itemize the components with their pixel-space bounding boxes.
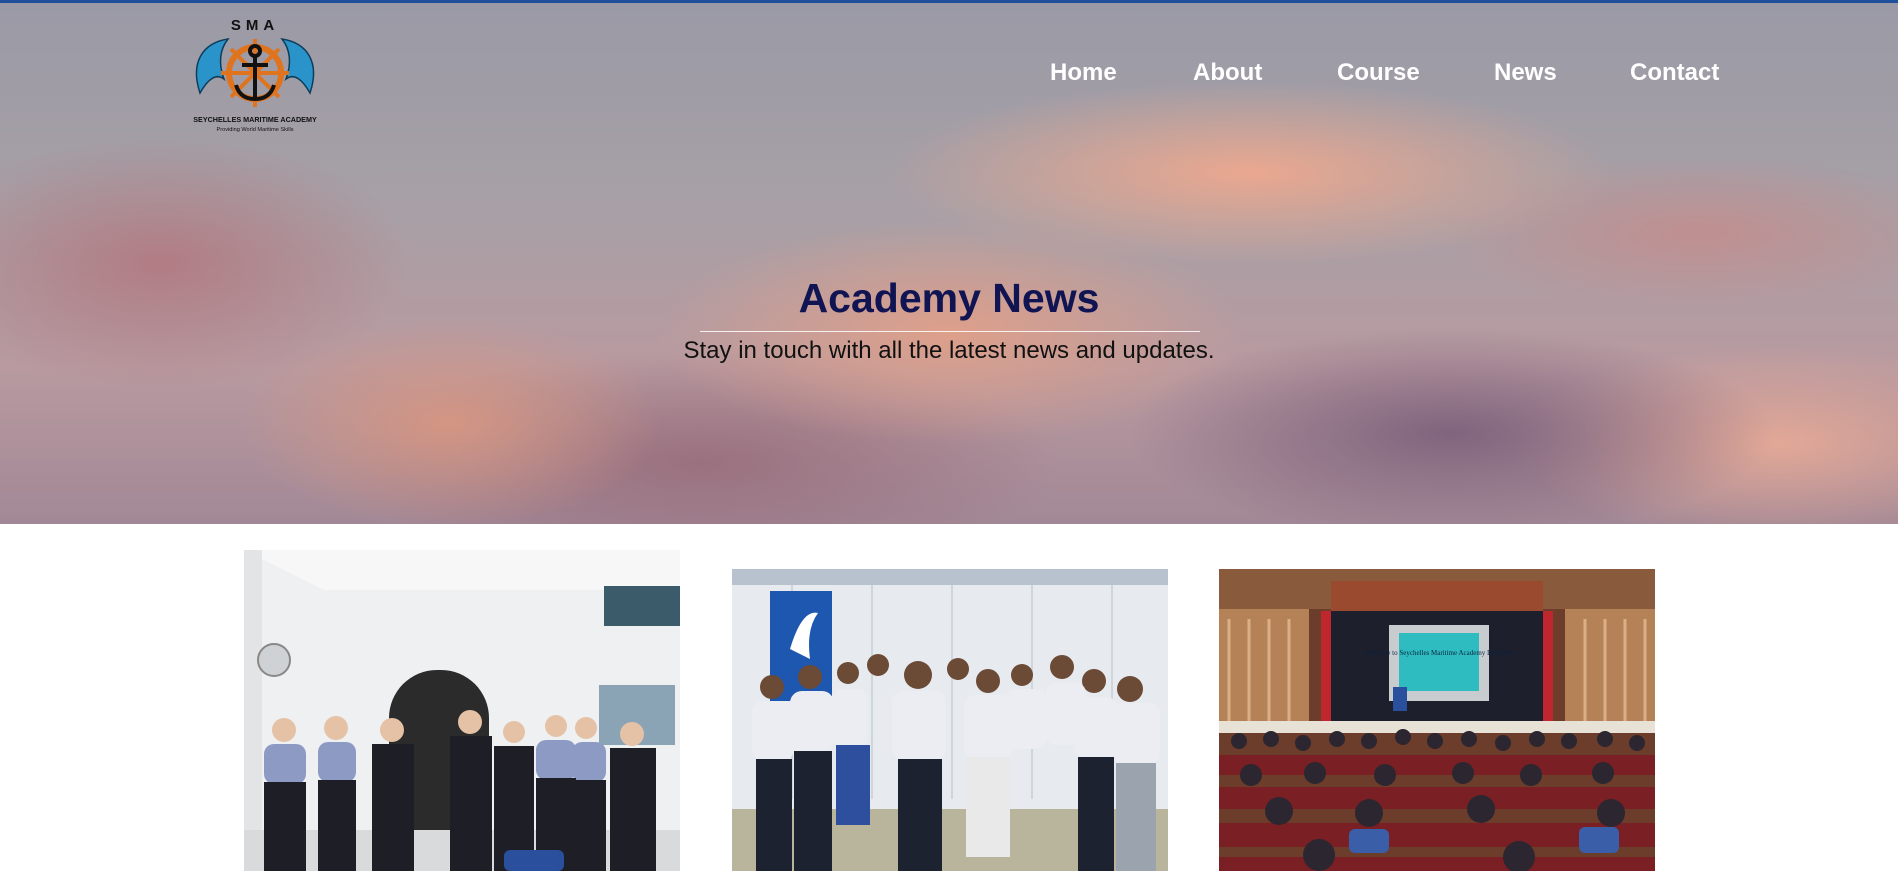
logo-tagline-text: Providing World Maritime Skills bbox=[217, 127, 294, 133]
nav-home[interactable]: Home bbox=[1050, 59, 1117, 87]
news-grid: Welcome to Seychelles Maritime Academy I… bbox=[0, 524, 1898, 871]
news-image-graduates-group bbox=[732, 569, 1168, 871]
hero-banner: SMA SEYCHELLES MARITIME ACADEMY Providin… bbox=[0, 3, 1898, 524]
logo-name-text: SEYCHELLES MARITIME ACADEMY bbox=[193, 115, 317, 124]
logo-emblem-icon: SMA SEYCHELLES MARITIME ACADEMY Providin… bbox=[193, 17, 317, 133]
news-card-1[interactable] bbox=[244, 550, 680, 871]
nav-news[interactable]: News bbox=[1494, 59, 1557, 87]
screen-text: Welcome to Seychelles Maritime Academy I… bbox=[1364, 649, 1514, 657]
news-image-staff-group bbox=[244, 550, 680, 871]
page-title: Academy News bbox=[798, 275, 1100, 321]
news-image-auditorium-induction: Welcome to Seychelles Maritime Academy I… bbox=[1219, 569, 1655, 871]
academy-logo[interactable]: SMA SEYCHELLES MARITIME ACADEMY Providin… bbox=[190, 13, 320, 138]
nav-contact[interactable]: Contact bbox=[1630, 59, 1719, 87]
nav-course[interactable]: Course bbox=[1337, 59, 1420, 87]
title-divider bbox=[700, 331, 1200, 332]
page-subtitle: Stay in touch with all the latest news a… bbox=[683, 337, 1215, 364]
news-card-2[interactable] bbox=[732, 569, 1168, 871]
logo-top-text: SMA bbox=[231, 17, 279, 34]
main-nav: Home About Course News Contact bbox=[1000, 59, 1780, 89]
news-card-3[interactable]: Welcome to Seychelles Maritime Academy I… bbox=[1219, 569, 1655, 871]
nav-about[interactable]: About bbox=[1193, 59, 1262, 87]
